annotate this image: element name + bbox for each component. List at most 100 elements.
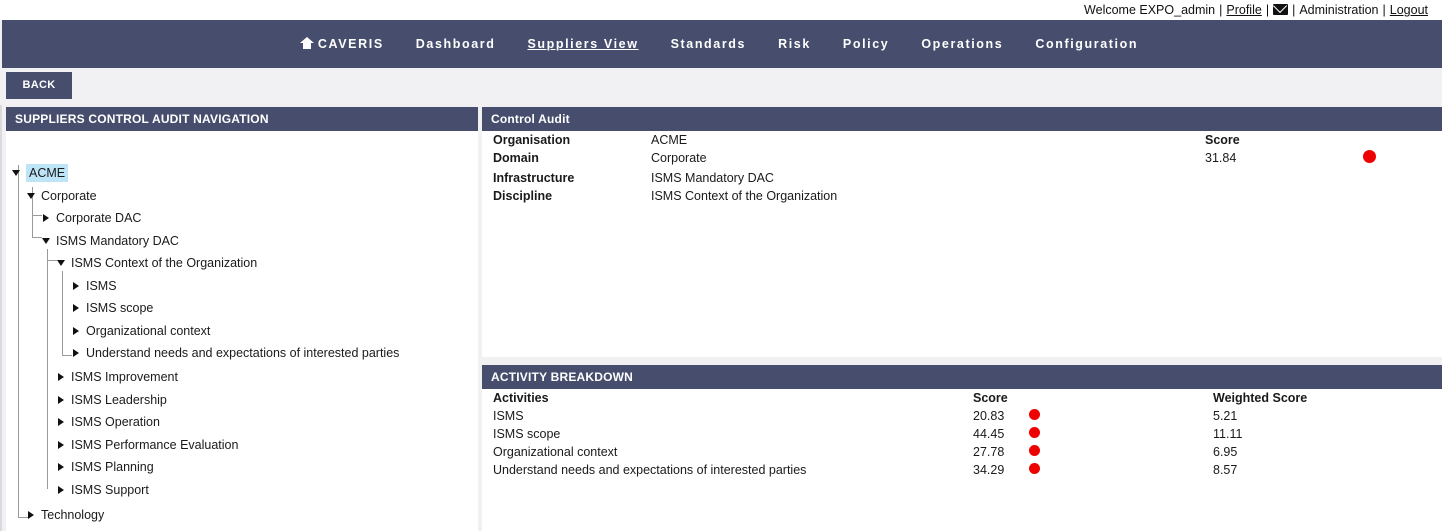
tree-node-label[interactable]: Corporate DAC: [56, 211, 141, 225]
collapsed-caret-icon[interactable]: [43, 214, 49, 222]
nav-suppliers-view[interactable]: Suppliers View: [527, 37, 638, 51]
tree-node-label[interactable]: ACME: [26, 164, 69, 182]
discipline-value: ISMS Context of the Organization: [651, 189, 838, 203]
nav-home[interactable]: CAVERIS: [299, 37, 384, 51]
activity-breakdown-panel: ACTIVITY BREAKDOWN Activities Score Weig…: [482, 365, 1442, 531]
nav-standards[interactable]: Standards: [671, 37, 747, 51]
tree-node-isms-operation[interactable]: ISMS Operation: [58, 414, 160, 430]
tree-node-label[interactable]: Organizational context: [86, 324, 210, 338]
activity-breakdown-title: ACTIVITY BREAKDOWN: [482, 365, 1442, 389]
tree-node-isms-support[interactable]: ISMS Support: [58, 482, 149, 498]
domain-label: Domain: [493, 151, 539, 165]
activity-status-indicator: [1029, 463, 1040, 474]
tree-line: [32, 237, 42, 238]
domain-value: Corporate: [651, 151, 707, 165]
tree-line: [62, 271, 63, 355]
tree-node-label[interactable]: ISMS Leadership: [71, 393, 167, 407]
expanded-caret-icon[interactable]: [57, 260, 65, 266]
activity-score: 34.29: [973, 463, 1005, 477]
collapsed-caret-icon[interactable]: [28, 511, 34, 519]
administration-link[interactable]: Administration: [1299, 3, 1378, 17]
activity-name: ISMS: [493, 409, 524, 423]
tree-node-label[interactable]: ISMS Performance Evaluation: [71, 438, 238, 452]
separator: |: [1292, 3, 1296, 17]
collapsed-caret-icon[interactable]: [58, 463, 64, 471]
tree-node-label[interactable]: ISMS: [86, 279, 117, 293]
navigation-panel: SUPPLIERS CONTROL AUDIT NAVIGATION ACME …: [6, 107, 478, 531]
discipline-label: Discipline: [493, 189, 553, 203]
score-status-indicator: [1363, 150, 1376, 163]
activity-weighted-score: 5.21: [1213, 409, 1238, 423]
envelope-icon[interactable]: [1273, 4, 1289, 15]
control-audit-panel: Control Audit Organisation ACME Domain C…: [482, 107, 1442, 357]
tree-node-isms-planning[interactable]: ISMS Planning: [58, 459, 154, 475]
weighted-score-header: Weighted Score: [1213, 391, 1308, 405]
profile-link[interactable]: Profile: [1226, 3, 1261, 17]
nav-configuration[interactable]: Configuration: [1035, 37, 1138, 51]
tree-node-isms-improvement[interactable]: ISMS Improvement: [58, 369, 178, 385]
tree-line: [32, 215, 42, 216]
infrastructure-label: Infrastructure: [493, 171, 575, 185]
tree-node-understand-needs[interactable]: Understand needs and expectations of int…: [73, 345, 399, 361]
tree-node-isms-leadership[interactable]: ISMS Leadership: [58, 392, 167, 408]
back-button[interactable]: BACK: [6, 72, 72, 99]
collapsed-caret-icon[interactable]: [73, 282, 79, 290]
user-bar: Welcome EXPO_admin | Profile | | Administrati…: [0, 0, 1442, 20]
tree-line: [62, 355, 72, 356]
separator: |: [1382, 3, 1386, 17]
collapsed-caret-icon[interactable]: [73, 327, 79, 335]
tree-node-label[interactable]: ISMS Planning: [71, 460, 154, 474]
collapsed-caret-icon[interactable]: [73, 304, 79, 312]
tree-node-isms-mandatory-dac[interactable]: ISMS Mandatory DAC: [42, 233, 179, 249]
collapsed-caret-icon[interactable]: [58, 486, 64, 494]
activity-score: 27.78: [973, 445, 1005, 459]
tree-node-corporate[interactable]: Corporate: [27, 188, 97, 204]
score-label: Score: [1205, 133, 1240, 147]
tree-line: [47, 260, 57, 261]
tree-node-acme[interactable]: ACME: [12, 164, 69, 182]
nav-risk[interactable]: Risk: [778, 37, 811, 51]
collapsed-caret-icon[interactable]: [58, 373, 64, 381]
collapsed-caret-icon[interactable]: [58, 418, 64, 426]
expanded-caret-icon[interactable]: [42, 238, 50, 244]
tree-node-label[interactable]: Corporate: [41, 189, 97, 203]
nav-dashboard[interactable]: Dashboard: [416, 37, 496, 51]
control-audit-title: Control Audit: [482, 107, 1442, 131]
activity-weighted-score: 8.57: [1213, 463, 1238, 477]
collapsed-caret-icon[interactable]: [73, 349, 79, 357]
expanded-caret-icon[interactable]: [12, 170, 20, 176]
tree-node-label[interactable]: ISMS scope: [86, 301, 153, 315]
welcome-text: Welcome EXPO_admin: [1084, 3, 1216, 17]
expanded-caret-icon[interactable]: [27, 193, 35, 199]
activity-weighted-score: 11.11: [1213, 427, 1243, 441]
tree-node-isms-context[interactable]: ISMS Context of the Organization: [57, 255, 257, 271]
tree-line: [47, 249, 48, 489]
tree-node-label[interactable]: ISMS Operation: [71, 415, 160, 429]
tree-line: [18, 517, 28, 518]
navigation-tree: ACME Corporate Corporate DAC ISMS Mandat…: [6, 131, 478, 531]
tree-node-corporate-dac[interactable]: Corporate DAC: [43, 210, 141, 226]
collapsed-caret-icon[interactable]: [58, 396, 64, 404]
tree-node-label[interactable]: ISMS Context of the Organization: [71, 256, 257, 270]
activity-name: Organizational context: [493, 445, 618, 459]
tree-node-isms-scope[interactable]: ISMS scope: [73, 300, 153, 316]
activity-status-indicator: [1029, 445, 1040, 456]
activity-name: Understand needs and expectations of int…: [493, 463, 807, 477]
collapsed-caret-icon[interactable]: [58, 441, 64, 449]
tree-node-label[interactable]: Understand needs and expectations of int…: [86, 346, 399, 360]
nav-operations[interactable]: Operations: [921, 37, 1003, 51]
tree-node-label[interactable]: Technology: [41, 508, 104, 522]
tree-node-organizational-context[interactable]: Organizational context: [73, 323, 210, 339]
tree-node-label[interactable]: ISMS Improvement: [71, 370, 178, 384]
tree-node-label[interactable]: ISMS Mandatory DAC: [56, 234, 179, 248]
tree-line: [18, 165, 19, 517]
tree-node-technology[interactable]: Technology: [28, 507, 104, 523]
nav-policy[interactable]: Policy: [843, 37, 889, 51]
tree-node-label[interactable]: ISMS Support: [71, 483, 149, 497]
tree-node-isms[interactable]: ISMS: [73, 278, 117, 294]
activity-score: 44.45: [973, 427, 1005, 441]
activity-weighted-score: 6.95: [1213, 445, 1238, 459]
infrastructure-value: ISMS Mandatory DAC: [651, 171, 774, 185]
logout-link[interactable]: Logout: [1390, 3, 1428, 17]
tree-node-isms-performance-evaluation[interactable]: ISMS Performance Evaluation: [58, 437, 238, 453]
